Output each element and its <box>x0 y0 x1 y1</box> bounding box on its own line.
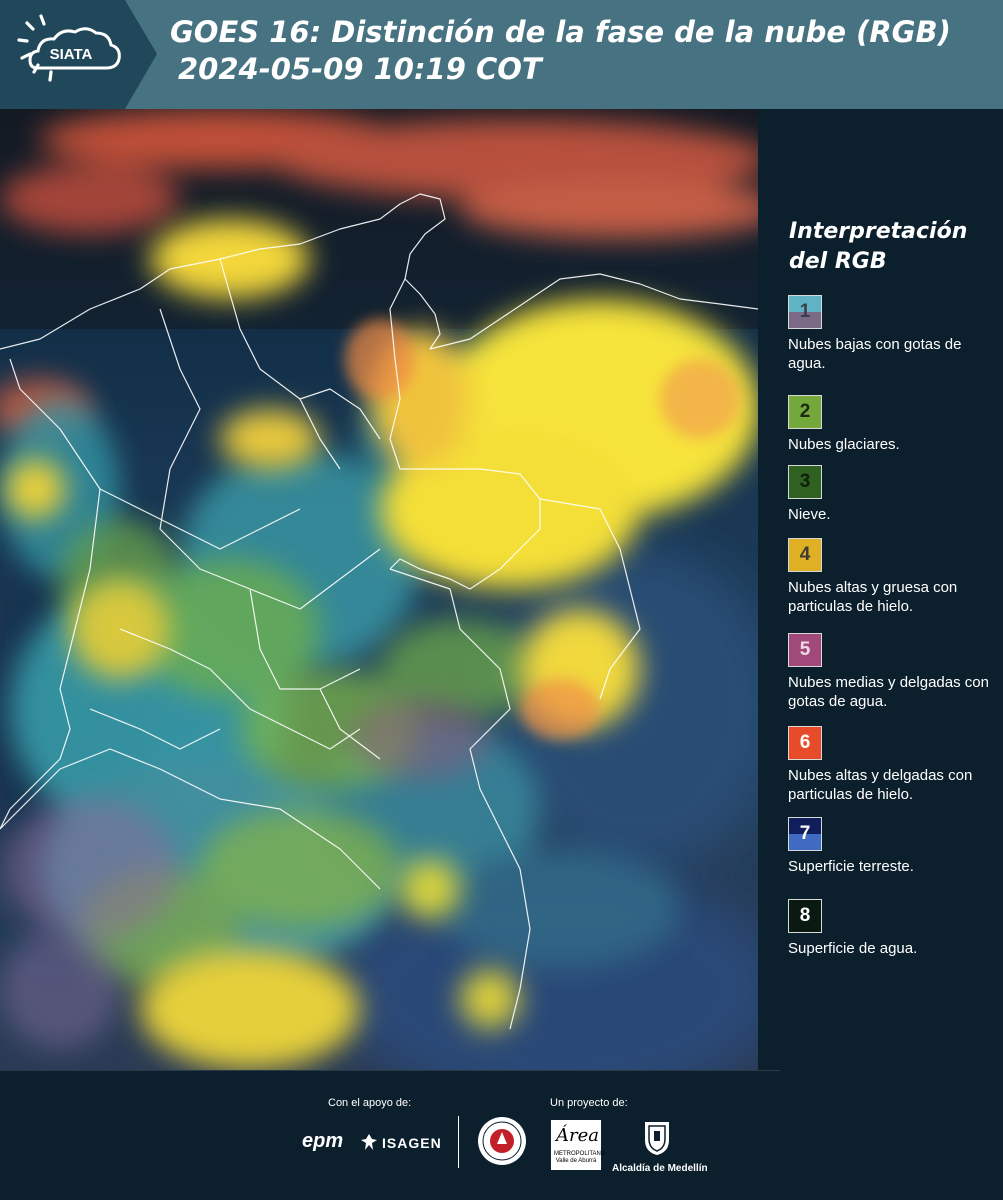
legend-label: Nubes bajas con gotas de agua. <box>788 336 962 372</box>
siata-logo-text: SIATA <box>50 46 93 63</box>
legend-swatch: 3 <box>788 465 822 499</box>
legend-item-1: 1 Nubes bajas con gotas de agua. <box>788 295 1000 373</box>
legend-label: Nubes glaciares. <box>788 436 900 453</box>
legend-panel: Interpretación del RGB 1 Nubes bajas con … <box>760 109 1003 1070</box>
legend-swatch: 8 <box>788 899 822 933</box>
legend-item-5: 5 Nubes medias y delgadas con gotas de ag… <box>788 633 1000 711</box>
legend-number: 2 <box>799 401 811 422</box>
legend-number: 3 <box>799 471 811 492</box>
legend-title: Interpretación del RGB <box>789 219 968 274</box>
area-logo-text: Área <box>556 1125 599 1146</box>
satellite-map[interactable] <box>0 109 758 1070</box>
header-bar: SIATA GOES 16: Distinción de la fase de … <box>0 0 1003 109</box>
medellin-shield-icon <box>645 1122 669 1155</box>
legend-number: 6 <box>799 732 811 753</box>
siata-logo[interactable]: SIATA <box>0 0 157 109</box>
legend-item-7: 7 Superficie terreste. <box>788 817 1000 876</box>
isagen-text: ISAGEN <box>382 1135 442 1151</box>
alcaldia-text: Alcaldía de Medellín <box>612 1163 708 1174</box>
legend-swatch: 1 <box>788 295 822 329</box>
footer: Con el apoyo de: Un proyecto de: epm ISA… <box>0 1070 1003 1200</box>
epm-logo[interactable]: epm <box>302 1130 343 1153</box>
project-caption: Un proyecto de: <box>550 1097 628 1109</box>
alcaldia-medellin-logo[interactable]: Alcaldía de Medellín <box>612 1120 708 1174</box>
legend-label: Superficie de agua. <box>788 940 918 957</box>
area-logo-subtext: METROPOLITANA Valle de Aburrá <box>554 1151 605 1164</box>
legend-label: Nieve. <box>788 506 831 523</box>
legend-swatch: 7 <box>788 817 822 851</box>
legend-label: Superficie terreste. <box>788 858 914 875</box>
page-title: GOES 16: Distinción de la fase de la nub… <box>170 14 1000 88</box>
title-product: GOES 16: Distinción de la fase de la nub… <box>170 15 951 49</box>
legend-label: Nubes medias y delgadas con gotas de agu… <box>788 674 989 710</box>
isagen-mark-icon <box>361 1134 377 1150</box>
legend-number: 7 <box>799 823 811 844</box>
legend-number: 4 <box>799 544 811 565</box>
legend-swatch: 6 <box>788 726 822 760</box>
legend-item-4: 4 Nubes altas y gruesa con particulas de … <box>788 538 1000 616</box>
legend-swatch: 5 <box>788 633 822 667</box>
footer-divider <box>0 1070 780 1071</box>
area-metropolitana-logo[interactable]: Área METROPOLITANA Valle de Aburrá <box>551 1120 605 1170</box>
legend-number: 1 <box>799 301 811 322</box>
legend-item-6: 6 Nubes altas y delgadas con particulas d… <box>788 726 1000 804</box>
legend-swatch: 4 <box>788 538 822 572</box>
support-caption: Con el apoyo de: <box>328 1097 412 1109</box>
title-timestamp: 2024-05-09 10:19 COT <box>178 52 542 86</box>
legend-label: Nubes altas y delgadas con particulas de… <box>788 767 973 803</box>
legend-swatch: 2 <box>788 395 822 429</box>
footer-separator <box>458 1116 459 1168</box>
legend-number: 8 <box>799 905 811 926</box>
legend-label: Nubes altas y gruesa con particulas de h… <box>788 579 958 615</box>
legend-item-8: 8 Superficie de agua. <box>788 899 1000 958</box>
legend-number: 5 <box>799 639 811 660</box>
siata-seal-logo[interactable] <box>477 1116 527 1171</box>
legend-item-2: 2 Nubes glaciares. <box>788 395 1000 454</box>
legend-item-3: 3 Nieve. <box>788 465 1000 524</box>
